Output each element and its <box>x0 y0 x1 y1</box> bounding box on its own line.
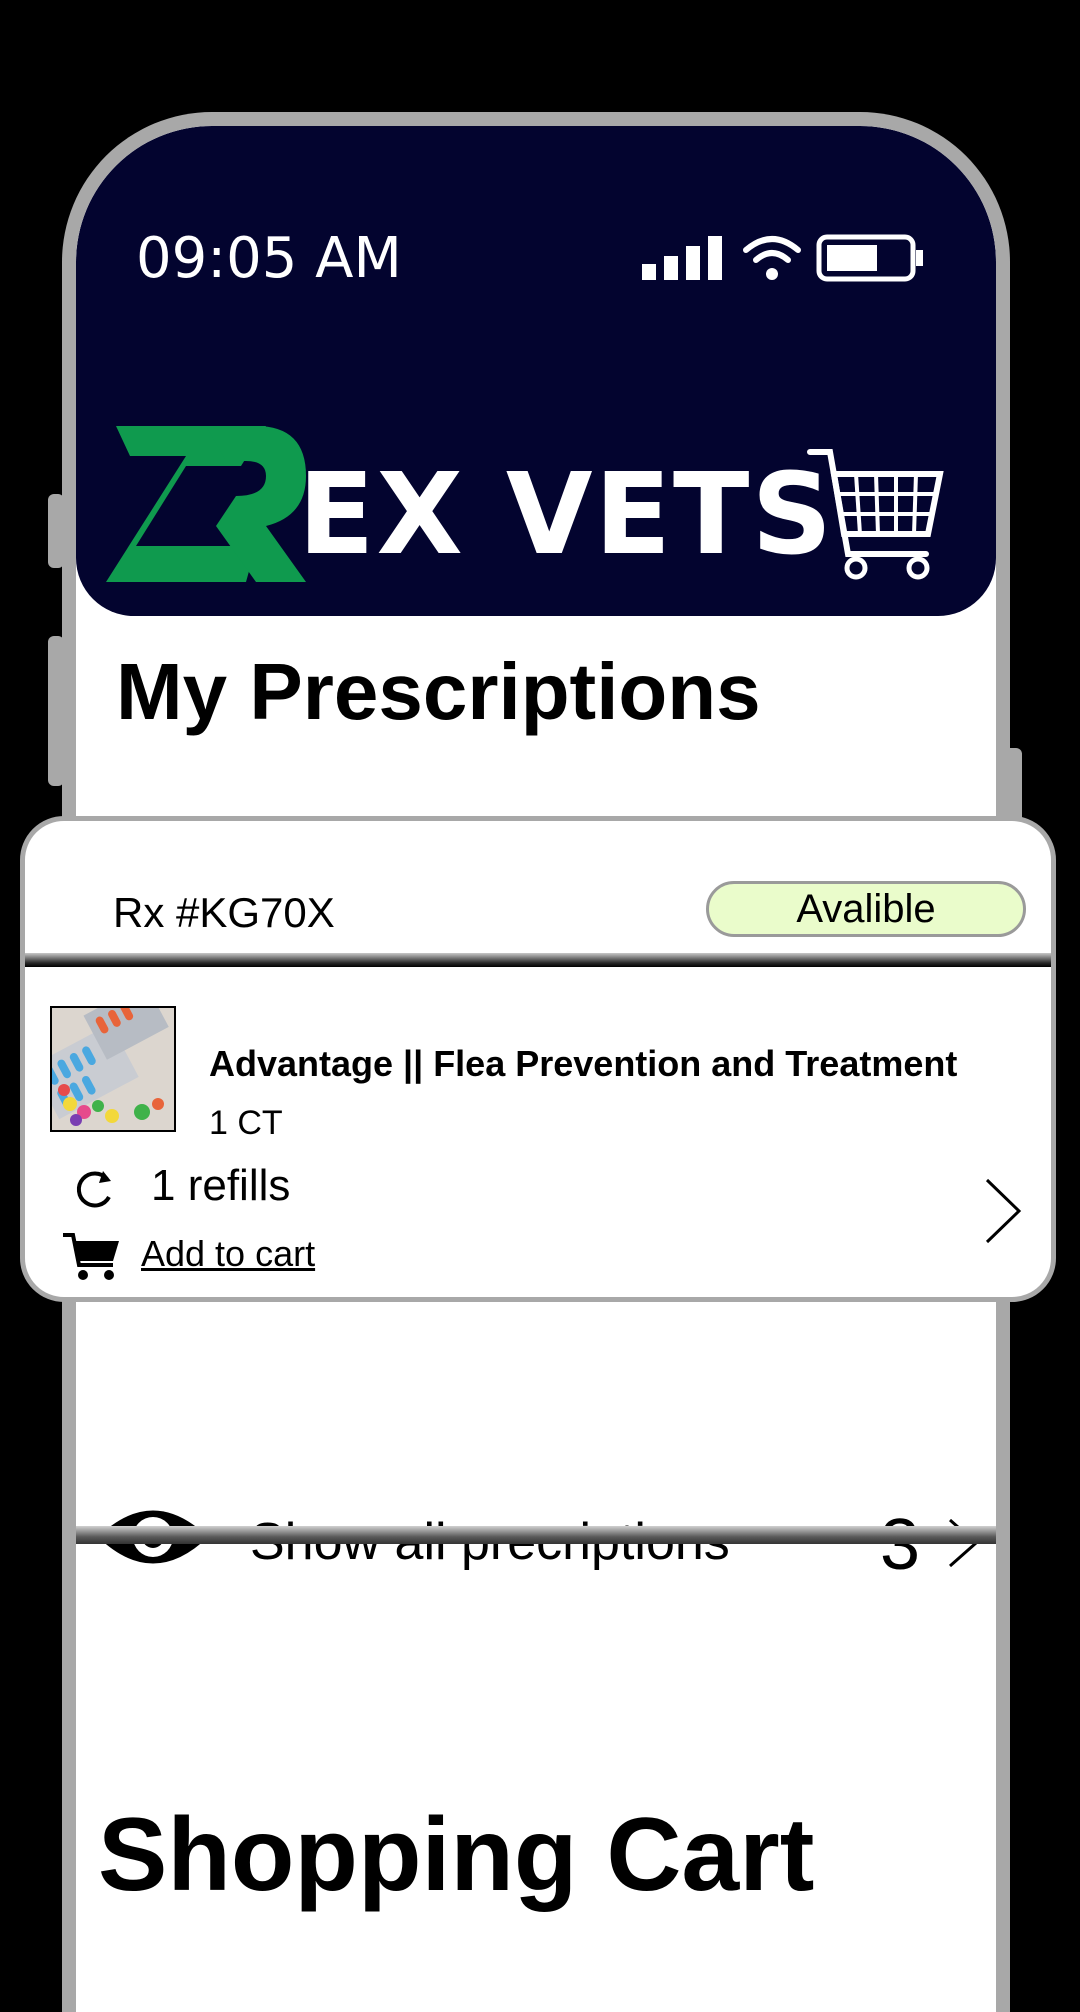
refresh-icon <box>76 1171 111 1208</box>
prescription-count: 3 <box>880 1505 921 1585</box>
product-image <box>50 1006 176 1132</box>
status-icons <box>640 234 926 282</box>
rex-logo-icon <box>106 426 306 582</box>
cart-icon[interactable] <box>61 1231 121 1283</box>
product-quantity: 1 CT <box>209 1104 283 1142</box>
brand-name: EX VETS <box>298 450 835 580</box>
status-badge: Avalible <box>706 881 1026 937</box>
brand-logo: EX VETS <box>106 416 834 586</box>
show-all-prescriptions-row[interactable]: Show all precriptions 3 <box>76 1392 996 1632</box>
status-time: 09:05 AM <box>136 226 402 291</box>
page-title: My Prescriptions <box>116 647 761 736</box>
product-name: Advantage || Flea Prevention and Treatme… <box>209 1043 958 1084</box>
section-divider <box>76 1526 996 1544</box>
signal-icon <box>642 236 722 280</box>
prescription-card[interactable]: Rx #KG70X Avalible Advantage || Flea Pre… <box>20 816 1056 1302</box>
chevron-right-icon[interactable] <box>983 1176 1023 1246</box>
add-to-cart-link[interactable]: Add to cart <box>141 1233 315 1275</box>
refill-count: 1 refills <box>151 1161 291 1210</box>
battery-icon <box>816 234 923 282</box>
card-header: Rx #KG70X Avalible <box>25 821 1051 966</box>
card-divider <box>25 953 1051 967</box>
rx-number: Rx #KG70X <box>113 889 335 936</box>
app-header: 09:05 AM EX VETS <box>76 126 996 616</box>
cart-icon[interactable] <box>806 444 946 584</box>
shopping-cart-title: Shopping Cart <box>98 1797 815 1913</box>
wifi-icon <box>743 236 801 280</box>
